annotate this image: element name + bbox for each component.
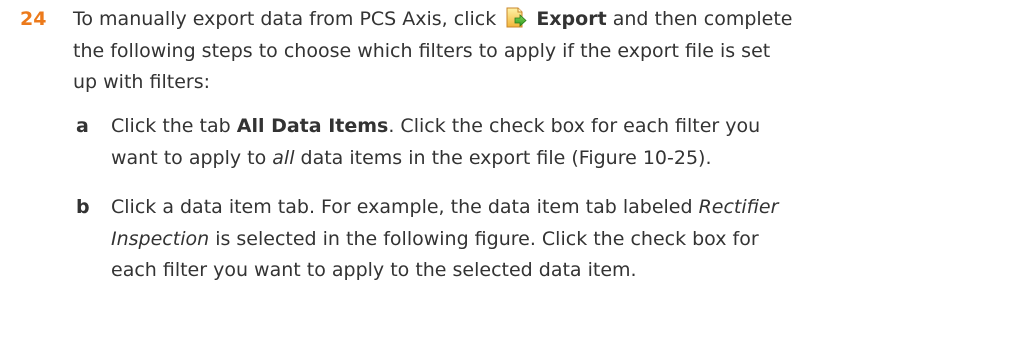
substep-a-pre: Click the tab (111, 115, 231, 137)
substep-letter: b (76, 196, 90, 218)
substep-a-post: data items in the export file (Figure 10… (300, 146, 712, 169)
step-text-before-icon: To manually export data from PCS Axis, c… (73, 8, 497, 30)
step-text: To manually export data from PCS Axis, c… (73, 4, 798, 99)
substep-b-post: is selected in the following figure. Cli… (111, 227, 759, 282)
export-icon (504, 7, 528, 29)
substep-a-emphasis: all (272, 146, 295, 169)
tab-name: All Data Items (236, 115, 389, 137)
step-number: 24 (20, 8, 47, 30)
export-button-label: Export (536, 8, 607, 30)
substep-b-pre: Click a data item tab. For example, the … (111, 196, 693, 218)
substep-letter: a (76, 115, 89, 137)
substep-text: Click a data item tab. For example, the … (111, 192, 791, 287)
substep-text: Click the tab All Data Items. Click the … (111, 111, 791, 174)
